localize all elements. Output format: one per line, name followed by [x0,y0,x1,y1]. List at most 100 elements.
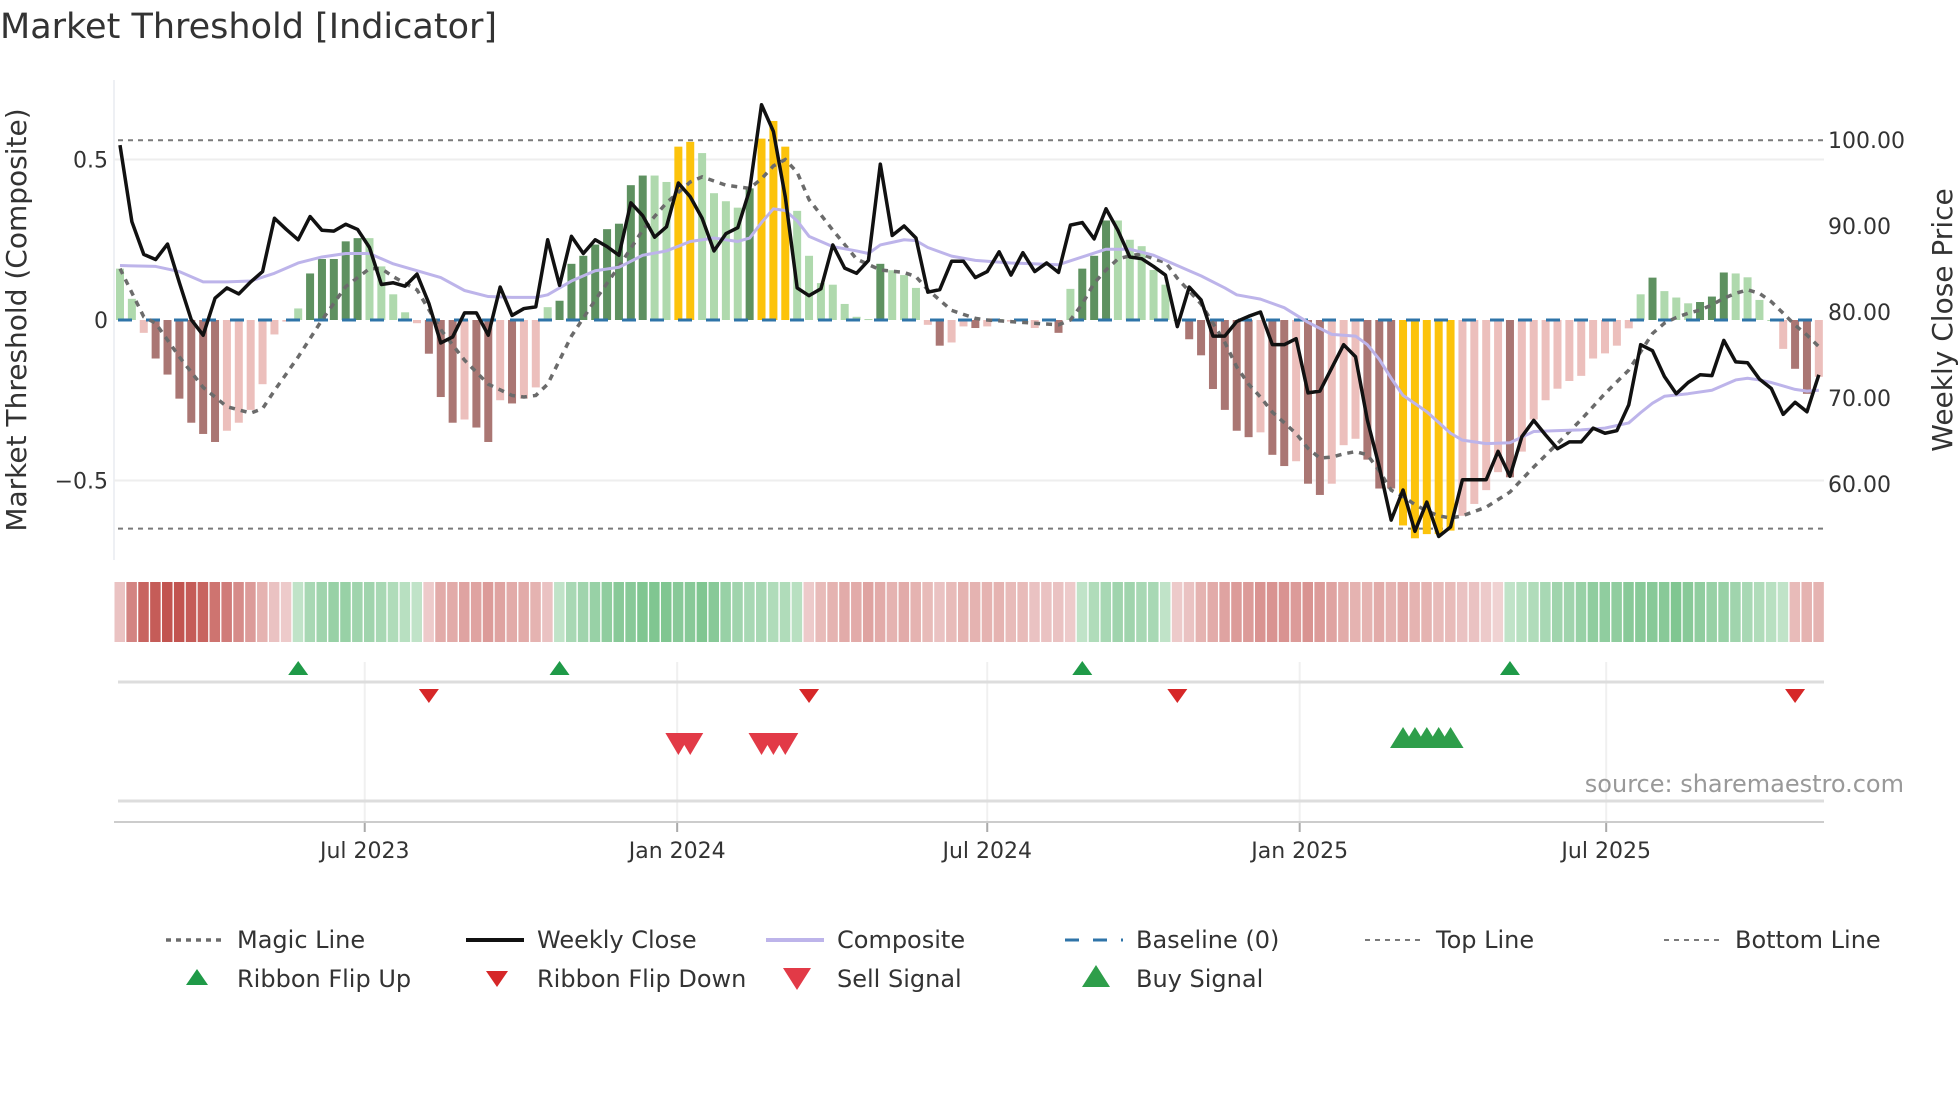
right-tick-label: 70.00 [1828,387,1891,412]
ribbon-cell [1563,582,1575,642]
composite-bar [674,146,683,320]
composite-bar [876,263,885,320]
ribbon-cell [304,582,316,642]
legend-item: Weekly Close [466,926,697,954]
composite-bar [911,287,920,320]
ribbon-cell [423,582,434,642]
ribbon-cell [1813,582,1824,642]
composite-bar [1684,303,1693,320]
composite-bar [864,319,873,321]
composite-bar [1387,320,1396,489]
ribbon-cell [1136,582,1147,642]
composite-bar [424,320,433,354]
composite-bar [1339,320,1348,446]
ribbon-cell [363,582,375,642]
composite-bar [1327,320,1336,484]
ribbon-cell [162,582,173,642]
ribbon-cell [1231,582,1242,642]
composite-bar [1078,268,1087,320]
ribbon-cell [993,582,1005,642]
x-tick-label: Jul 2023 [318,839,410,864]
ribbon-cell [1599,582,1610,642]
x-tick-label: Jan 2025 [1249,839,1348,864]
ribbon-cell [352,582,363,642]
ribbon-cell [1361,582,1373,642]
legend-triangle-up-large-icon [1082,965,1110,987]
composite-bar [139,320,148,333]
ribbon-cell [1053,582,1064,642]
ribbon-cell [1266,582,1278,642]
composite-bars [116,120,1823,539]
ribbon-cell [1397,582,1409,642]
magic-line [118,157,1821,520]
legend-triangle-down-icon [486,971,508,987]
composite-bar [1470,320,1479,504]
right-tick-label: 60.00 [1828,473,1891,498]
ribbon-cell [1777,582,1789,642]
composite-bar [1185,320,1194,340]
legend-triangle-down-large-icon [783,968,811,990]
composite-bar [1505,320,1514,478]
ribbon-cell [874,582,886,642]
ribbon-cell [934,582,945,642]
composite-bar [1743,277,1752,320]
legend-label: Bottom Line [1735,926,1881,954]
ribbon-cell [791,582,803,642]
composite-bar [1707,296,1716,320]
ribbon-cell [708,582,719,642]
ribbon-cell [494,582,506,642]
ribbon-cell [1207,582,1218,642]
ribbon-flip-down-marker [418,689,439,703]
composite-bar [389,294,398,320]
ribbon-cell [375,582,387,642]
composite-bar [151,320,160,359]
legend-label: Baseline (0) [1136,926,1279,954]
ribbon-cell [245,582,256,642]
ribbon-cell [1076,582,1088,642]
composite-bar [484,320,493,442]
ribbon-cell [589,582,601,642]
ribbon-cell [696,582,708,642]
ribbon-cell [756,582,767,642]
composite-bar [246,320,255,410]
ribbon-cell [268,582,280,642]
composite-bar [1577,320,1586,376]
ribbon-cell [411,582,422,642]
ribbon-cell [1504,582,1515,642]
ribbon-cell [1765,582,1777,642]
legend-item: Composite [766,926,965,954]
ribbon-cell [530,582,541,642]
ribbon-cell [565,582,577,642]
legend-label: Top Line [1435,926,1534,954]
composite-bar [1315,320,1324,495]
composite-bar [1731,273,1740,320]
ribbon-cell [1029,582,1040,642]
legend-label: Sell Signal [837,965,962,993]
composite-bar [686,141,695,320]
left-axis-title: Market Threshold (Composite) [0,108,33,531]
ribbon-cell [1100,582,1112,642]
ribbon-cell [1421,582,1432,642]
ribbon-cell [185,582,197,642]
composite-bar [1494,320,1503,473]
composite-bar [294,308,303,320]
ribbon-flip-down-marker [1785,689,1806,703]
composite-bar [329,259,338,320]
composite-bar [1446,320,1455,531]
composite-bar [638,175,647,320]
ribbon-cell [459,582,470,642]
ribbon-cell [126,582,137,642]
ribbon-cell [1647,582,1658,642]
left-tick-label: −0.5 [55,470,108,495]
legend-item: Bottom Line [1664,926,1881,954]
composite-bar [116,268,124,320]
composite-bar [1410,320,1419,539]
composite-bar [555,300,564,320]
ribbon-cell [1041,582,1052,642]
ribbon-cell [732,582,743,642]
ribbon-cell [316,582,327,642]
ribbon-cell [1480,582,1492,642]
composite-bar [745,188,754,320]
composite-bar [721,201,730,320]
ribbon-flip-down-marker [1167,689,1188,703]
